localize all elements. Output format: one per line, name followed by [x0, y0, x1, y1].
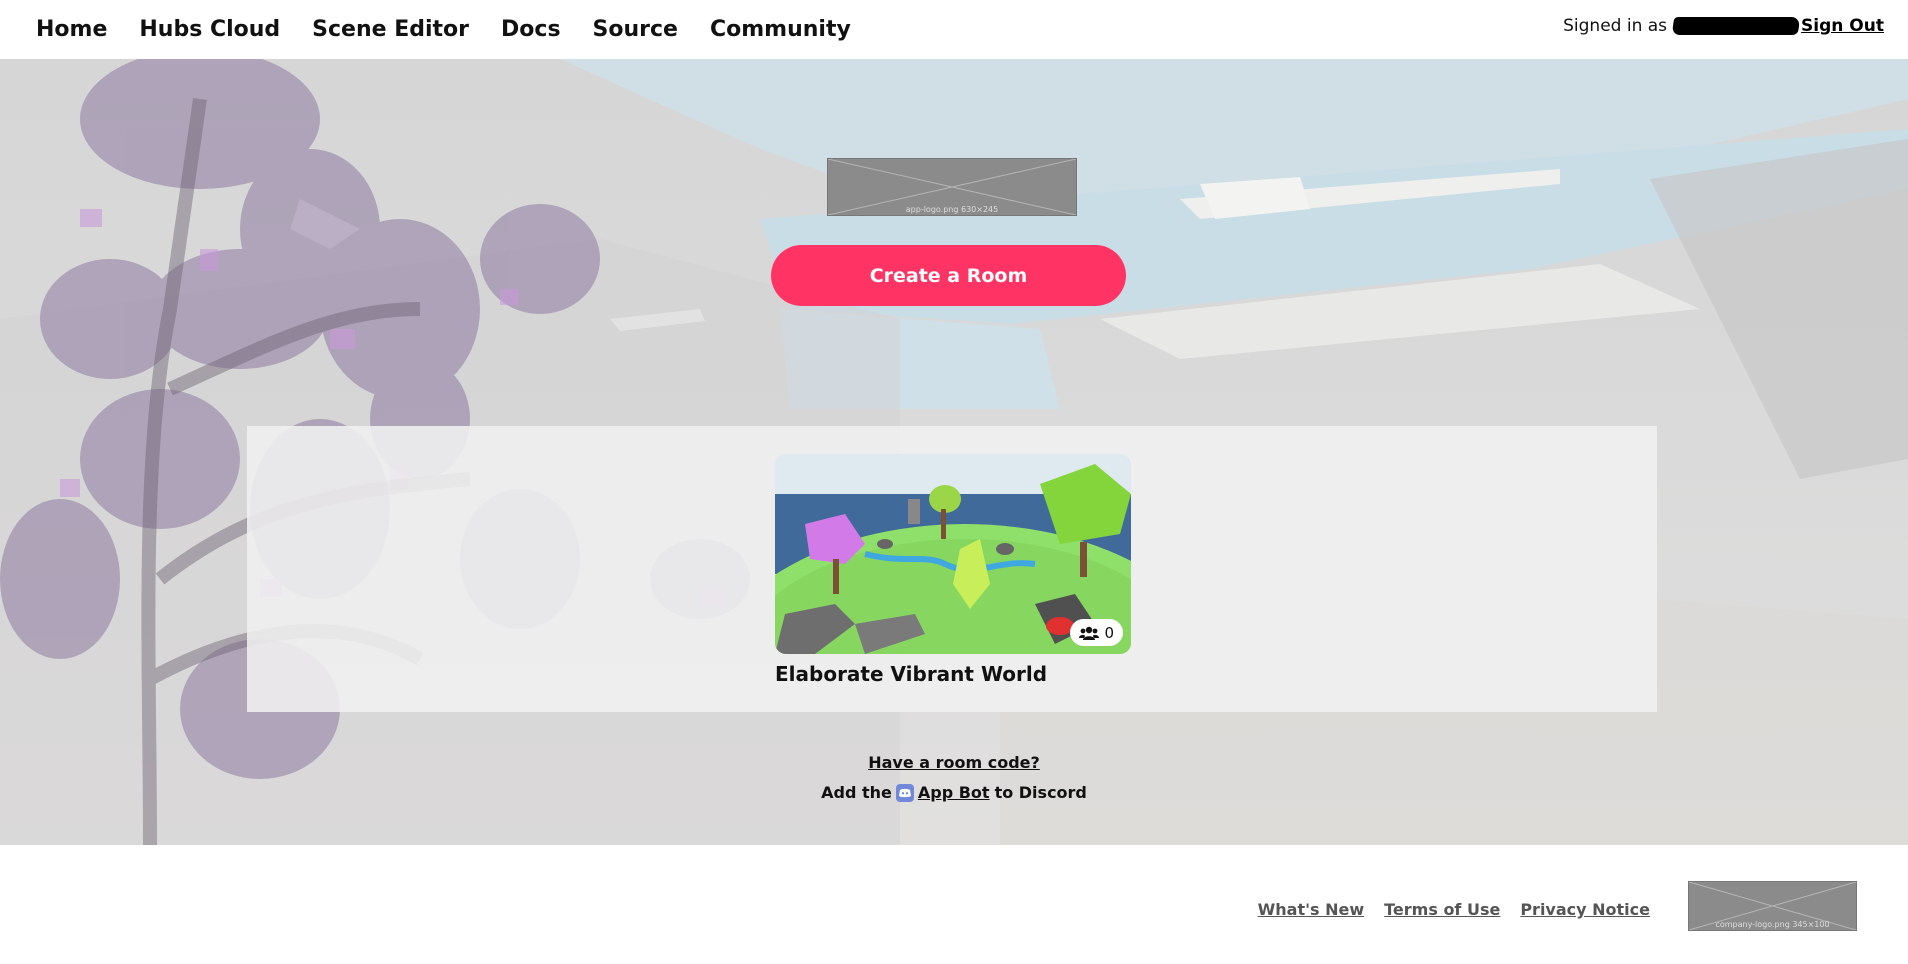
- room-code-row: Have a room code?: [0, 753, 1908, 772]
- discord-bot-row: Add the App Bot to Discord: [0, 783, 1908, 802]
- room-name[interactable]: Elaborate Vibrant World: [775, 662, 1131, 686]
- member-count-badge: 0: [1070, 619, 1123, 646]
- hero-section: app-logo.png 630×245 Create a Room 0 Ela…: [0, 59, 1908, 845]
- nav-docs-link[interactable]: Docs: [501, 17, 561, 42]
- terms-of-use-link[interactable]: Terms of Use: [1384, 900, 1500, 919]
- discord-suffix: to Discord: [994, 783, 1087, 802]
- redacted-email: [1671, 17, 1801, 35]
- room-thumbnail[interactable]: 0: [775, 454, 1131, 654]
- company-logo-caption: company-logo.png 345×100: [1715, 920, 1830, 929]
- nav-scene-editor-link[interactable]: Scene Editor: [312, 17, 469, 42]
- nav-source-link[interactable]: Source: [593, 17, 678, 42]
- privacy-notice-link[interactable]: Privacy Notice: [1520, 900, 1650, 919]
- discord-prefix: Add the: [821, 783, 892, 802]
- footer-links: What's New Terms of Use Privacy Notice: [1238, 900, 1650, 919]
- create-room-button[interactable]: Create a Room: [771, 245, 1126, 306]
- company-logo-placeholder: company-logo.png 345×100: [1688, 881, 1857, 931]
- public-rooms-panel: 0 Elaborate Vibrant World: [247, 426, 1657, 712]
- users-icon: [1079, 626, 1100, 640]
- room-code-link[interactable]: Have a room code?: [868, 753, 1040, 772]
- room-card[interactable]: 0 Elaborate Vibrant World: [775, 454, 1131, 686]
- app-logo-caption: app-logo.png 630×245: [905, 205, 999, 214]
- app-logo-placeholder: app-logo.png 630×245: [827, 158, 1077, 216]
- sign-out-link[interactable]: Sign Out: [1801, 16, 1884, 36]
- discord-icon: [895, 783, 914, 802]
- footer: What's New Terms of Use Privacy Notice c…: [0, 845, 1908, 964]
- signed-in-label: Signed in as: [1563, 16, 1668, 36]
- nav-home-link[interactable]: Home: [36, 17, 107, 42]
- nav-hubs-cloud-link[interactable]: Hubs Cloud: [139, 17, 280, 42]
- nav-links: Home Hubs Cloud Scene Editor Docs Source…: [36, 17, 883, 42]
- nav-community-link[interactable]: Community: [710, 17, 851, 42]
- discord-bot-link[interactable]: App Bot: [918, 783, 990, 802]
- whats-new-link[interactable]: What's New: [1258, 900, 1365, 919]
- signed-in-status: Signed in as Sign Out: [1563, 16, 1884, 36]
- member-count: 0: [1104, 623, 1114, 642]
- top-navigation: Home Hubs Cloud Scene Editor Docs Source…: [0, 0, 1908, 59]
